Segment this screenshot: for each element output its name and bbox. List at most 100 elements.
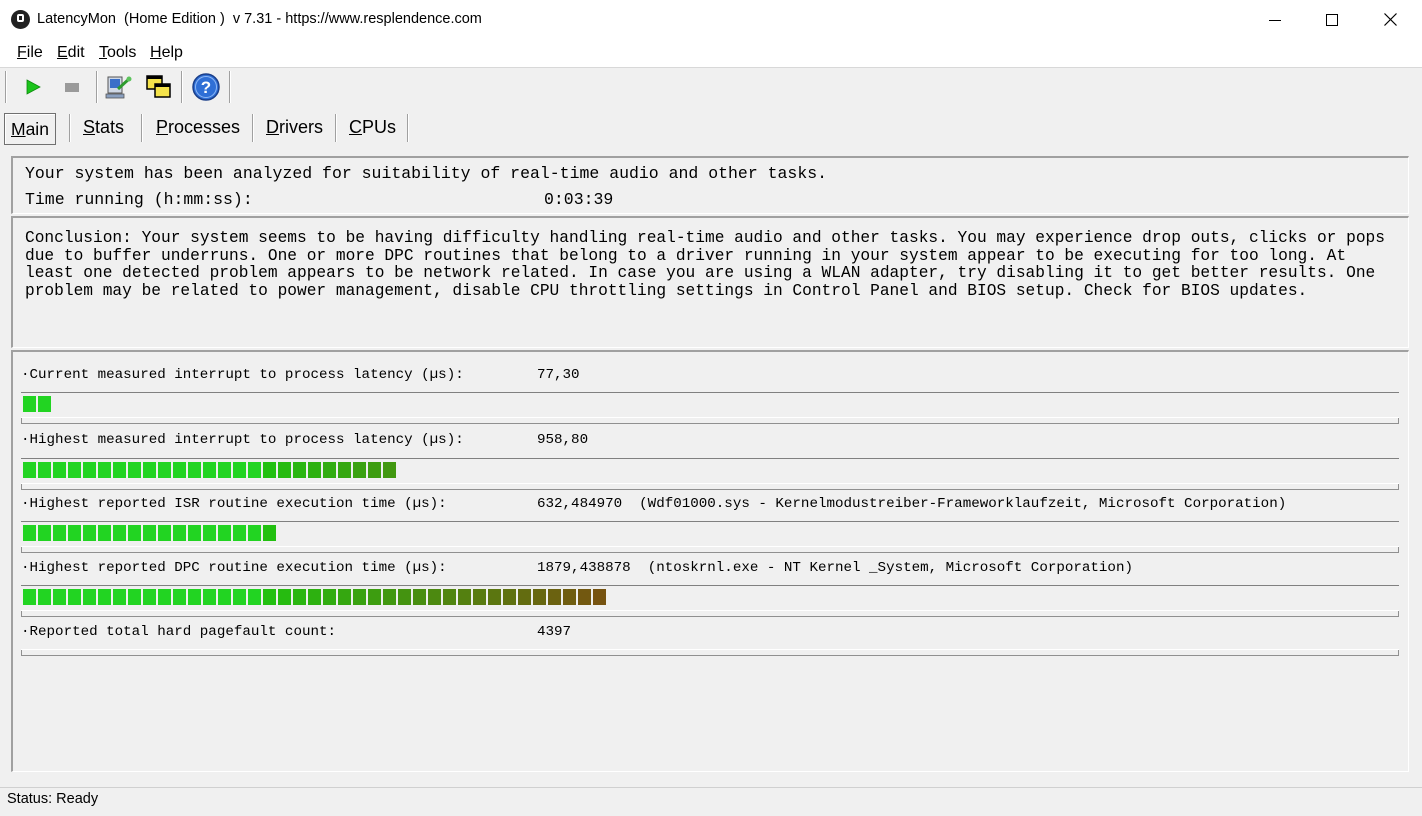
bar-segment bbox=[203, 462, 216, 478]
bar-segment bbox=[458, 589, 471, 605]
tab-main-label: ain bbox=[25, 118, 49, 139]
bar-segment bbox=[173, 589, 186, 605]
toolbar-separator bbox=[229, 71, 230, 103]
status-bar bbox=[0, 787, 1422, 816]
bar-segment bbox=[188, 462, 201, 478]
bar-segment bbox=[248, 589, 261, 605]
window-title: LatencyMon (Home Edition ) v 7.31 - http… bbox=[37, 11, 482, 27]
bar-segment bbox=[158, 462, 171, 478]
bar-segment bbox=[248, 525, 261, 541]
latency-bar bbox=[21, 392, 1399, 424]
menu-edit-accel: E bbox=[57, 44, 68, 61]
time-running-label: Time running (h:mm:ss): bbox=[25, 190, 253, 209]
close-button[interactable] bbox=[1361, 0, 1419, 39]
tab-stats-accel: S bbox=[83, 116, 96, 137]
latency-bar bbox=[21, 521, 1399, 553]
bar-segment bbox=[518, 589, 531, 605]
metric-number: 1879,438878 bbox=[537, 560, 631, 576]
bar-segment bbox=[173, 525, 186, 541]
status-text: Status: Ready bbox=[7, 791, 99, 807]
bar-segment bbox=[83, 525, 96, 541]
minimize-icon bbox=[1269, 19, 1281, 21]
bar-segment bbox=[233, 462, 246, 478]
bar-segment bbox=[278, 462, 291, 478]
menu-help-accel: H bbox=[150, 44, 162, 61]
bar-segment bbox=[53, 525, 66, 541]
metric-value: 1879,438878 (ntoskrnl.exe - NT Kernel _S… bbox=[537, 560, 1133, 576]
metric-number: 632,484970 bbox=[537, 496, 623, 512]
bar-segment bbox=[53, 462, 66, 478]
bar-segment bbox=[308, 462, 321, 478]
tab-separator bbox=[252, 114, 253, 142]
tab-processes[interactable]: Processes bbox=[150, 110, 246, 144]
metric-number: 958,80 bbox=[537, 432, 589, 448]
toolbar-separator bbox=[5, 71, 6, 103]
bar-segment bbox=[113, 462, 126, 478]
bar-segment bbox=[293, 589, 306, 605]
bar-segment bbox=[263, 462, 276, 478]
bar-segment bbox=[488, 589, 501, 605]
bar-segment bbox=[218, 525, 231, 541]
bar-segment bbox=[68, 525, 81, 541]
bar-segment bbox=[218, 589, 231, 605]
bar-segment bbox=[353, 462, 366, 478]
tab-cpus[interactable]: C PUs bbox=[343, 110, 402, 144]
metric-source: (ntoskrnl.exe - NT Kernel _System, Micro… bbox=[647, 560, 1133, 576]
menu-tools-label: ools bbox=[107, 44, 137, 61]
minimize-button[interactable] bbox=[1246, 0, 1304, 39]
bar-segment bbox=[113, 525, 126, 541]
metric-value: 4397 bbox=[537, 624, 571, 640]
bar-segment bbox=[398, 589, 411, 605]
pagefault-divider bbox=[21, 642, 1399, 656]
menu-edit[interactable]: Edit bbox=[57, 44, 85, 62]
metric-label: ·Current measured interrupt to process l… bbox=[21, 367, 464, 383]
time-running-value: 0:03:39 bbox=[544, 190, 614, 209]
bar-segment bbox=[233, 525, 246, 541]
tab-drivers[interactable]: Drivers bbox=[260, 110, 329, 144]
menu-edit-label: dit bbox=[67, 44, 85, 61]
summary-panel: Your system has been analyzed for suitab… bbox=[11, 156, 1409, 214]
menu-file[interactable]: File bbox=[17, 44, 43, 62]
bar-segment bbox=[278, 589, 291, 605]
bar-segment bbox=[68, 589, 81, 605]
menu-help[interactable]: Help bbox=[150, 44, 183, 62]
bar-segment bbox=[158, 525, 171, 541]
maximize-icon bbox=[1326, 13, 1338, 26]
start-button[interactable] bbox=[18, 71, 48, 103]
menu-tools[interactable]: Tools bbox=[99, 44, 136, 62]
play-icon bbox=[26, 79, 41, 95]
bar-segment bbox=[143, 589, 156, 605]
maximize-button[interactable] bbox=[1303, 0, 1361, 39]
bar-segment bbox=[383, 589, 396, 605]
tab-stats[interactable]: Stats bbox=[77, 110, 130, 144]
bar-segment bbox=[428, 589, 441, 605]
metrics-panel: ·Current measured interrupt to process l… bbox=[11, 350, 1409, 772]
metric-source: (Wdf01000.sys - Kernelmodustreiber-Frame… bbox=[639, 496, 1287, 512]
latency-bar bbox=[21, 585, 1399, 617]
bar-segment bbox=[173, 462, 186, 478]
bar-segment bbox=[83, 462, 96, 478]
bar-segment bbox=[98, 589, 111, 605]
bar-segment bbox=[338, 462, 351, 478]
tab-processes-accel: P bbox=[156, 116, 169, 137]
tab-processes-label: rocesses bbox=[168, 116, 241, 137]
help-button[interactable]: ? bbox=[191, 71, 221, 103]
tab-drivers-label: rivers bbox=[279, 116, 323, 137]
metric-value: 958,80 bbox=[537, 432, 588, 448]
analyze-button[interactable] bbox=[103, 71, 133, 103]
bar-segment bbox=[68, 462, 81, 478]
bar-segment bbox=[158, 589, 171, 605]
bar-segment bbox=[263, 589, 276, 605]
bar-segment bbox=[323, 589, 336, 605]
help-icon: ? bbox=[192, 73, 220, 101]
bar-segment bbox=[593, 589, 606, 605]
bar-segment bbox=[203, 525, 216, 541]
stop-button[interactable] bbox=[57, 71, 87, 103]
bar-segment bbox=[128, 589, 141, 605]
window-button[interactable] bbox=[144, 71, 174, 103]
tab-stats-label: tats bbox=[95, 116, 125, 137]
toolbar-separator bbox=[96, 71, 97, 103]
tab-main[interactable]: Main bbox=[4, 113, 56, 145]
metric-label: ·Reported total hard pagefault count: bbox=[21, 624, 337, 640]
tab-separator bbox=[141, 114, 142, 142]
